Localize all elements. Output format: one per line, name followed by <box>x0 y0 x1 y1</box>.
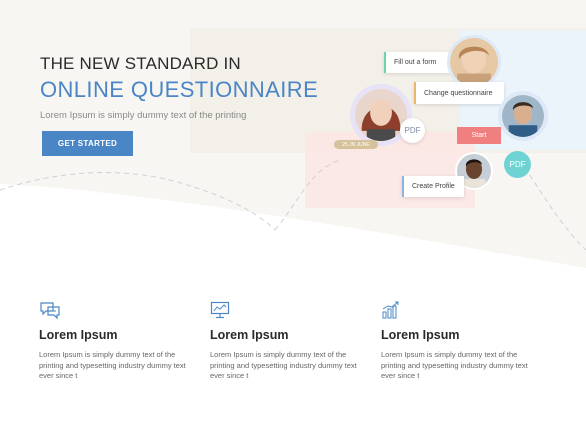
pdf-badge-teal: PDF <box>504 151 531 178</box>
avatar-woman-top <box>447 35 501 89</box>
feature-1-title: Lorem Ipsum <box>39 328 118 342</box>
feature-2-text: Lorem Ipsum is simply dummy text of the … <box>210 350 357 380</box>
fill-form-label: Fill out a form <box>394 59 437 66</box>
bar-chart-icon <box>382 301 399 319</box>
change-questionnaire-label: Change questionnaire <box>424 89 493 97</box>
feature-2-title: Lorem Ipsum <box>210 328 289 342</box>
feature-3-title: Lorem Ipsum <box>381 328 460 342</box>
monitor-chart-icon <box>210 301 230 319</box>
feature-2: Lorem Ipsum Lorem Ipsum is simply dummy … <box>210 300 370 382</box>
feature-1-text: Lorem Ipsum is simply dummy text of the … <box>39 350 186 380</box>
pdf-badge-left: PDF <box>400 118 425 143</box>
change-questionnaire-card: Change questionnaire <box>414 82 504 104</box>
start-tag: Start <box>457 127 501 144</box>
chat-bubbles-icon <box>40 302 60 320</box>
create-profile-label: Create Profile <box>412 183 455 190</box>
avatar-man-right <box>498 91 548 141</box>
date-pill: 25 JN JUNE <box>334 140 378 149</box>
create-profile-card: Create Profile <box>402 176 464 197</box>
landing-page: THE NEW STANDARD IN ONLINE QUESTIONNAIRE… <box>0 0 586 432</box>
feature-1: Lorem Ipsum Lorem Ipsum is simply dummy … <box>39 300 199 382</box>
hero-illustration: Fill out a form Change questionnaire PDF… <box>0 0 586 280</box>
feature-3-text: Lorem Ipsum is simply dummy text of the … <box>381 350 528 380</box>
feature-3: Lorem Ipsum Lorem Ipsum is simply dummy … <box>381 300 541 382</box>
